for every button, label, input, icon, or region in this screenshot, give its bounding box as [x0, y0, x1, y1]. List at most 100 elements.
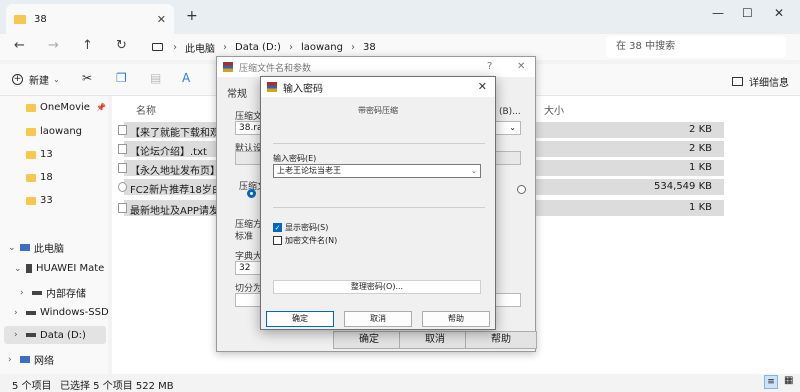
sidebar-item-huawei[interactable]: ⌄ HUAWEI Mate [14, 263, 104, 274]
tab-general[interactable]: 常规 [227, 85, 247, 100]
password-input[interactable]: 上老王论坛当老王 ⌄ [273, 164, 481, 178]
chevron-down-icon[interactable]: ⌄ [14, 264, 26, 274]
folder-icon [26, 150, 36, 159]
password-help-button[interactable]: 帮助 [422, 311, 490, 327]
chevron-right-icon: › [288, 41, 293, 53]
format-radio[interactable] [247, 189, 256, 198]
pin-icon: 📌 [95, 103, 106, 112]
file-icon [118, 125, 127, 135]
tab-bar: 38 ✕ + — ☐ ✕ [0, 0, 800, 34]
password-cancel-button[interactable]: 取消 [344, 311, 412, 327]
show-password-checkbox[interactable]: ✓ 显示密码(S) [273, 222, 328, 233]
paste-icon[interactable]: ▤ [150, 71, 161, 85]
phone-icon [26, 264, 32, 273]
archive-help-button[interactable]: 帮助 [465, 331, 537, 349]
up-button[interactable]: ↑ [82, 38, 93, 53]
password-ok-button[interactable]: 确定 [266, 311, 334, 327]
chevron-down-icon[interactable]: ⌄ [471, 165, 477, 177]
folder-icon [26, 196, 36, 205]
refresh-button[interactable]: ↻ [116, 38, 127, 53]
chevron-right-icon[interactable]: › [14, 308, 26, 318]
organize-passwords-button[interactable]: 整理密码(O)... [273, 280, 481, 294]
sidebar-item-windows-ssd[interactable]: › Windows-SSD [14, 307, 109, 318]
dialog-subtitle: 带密码压缩 [358, 106, 398, 115]
method-value[interactable]: 标准 [235, 229, 253, 242]
breadcrumb-data-drive[interactable]: Data (D:) [235, 42, 281, 53]
password-dialog-title: 输入密码 [283, 83, 323, 95]
chevron-right-icon: › [223, 41, 227, 53]
dict-value: 32 [239, 263, 251, 273]
sidebar-item-network[interactable]: › 网络 [8, 352, 54, 368]
navigation-pane: OneMovie 📌 laowang 13 18 33 ⌄ 此电脑 ⌄ HUAW… [0, 96, 109, 374]
winrar-icon [267, 82, 277, 92]
breadcrumb-laowang[interactable]: laowang [301, 42, 343, 53]
list-view-icon[interactable]: ≡ [764, 375, 778, 389]
close-icon[interactable]: ✕ [517, 61, 525, 72]
new-button[interactable]: + 新建 ⌄ [12, 72, 60, 87]
sidebar-item-label: 13 [40, 149, 53, 160]
sidebar-item-13[interactable]: 13 [26, 149, 53, 160]
tab-close-icon[interactable]: ✕ [157, 13, 166, 26]
sidebar-item-label: HUAWEI Mate [36, 263, 105, 274]
file-name: 【来了就能下载和观 [130, 128, 220, 139]
column-header-size[interactable]: 大小 [544, 102, 564, 117]
details-label: 详细信息 [749, 78, 789, 89]
drive-icon [26, 310, 36, 315]
dict-select[interactable]: 32 [235, 261, 261, 275]
password-label: 输入密码(E) [273, 154, 317, 163]
column-header-name[interactable]: 名称 [136, 102, 156, 117]
file-icon [118, 203, 127, 213]
checkbox-unchecked-icon [273, 236, 282, 245]
password-dialog: 输入密码 ✕ 带密码压缩 输入密码(E) 上老王论坛当老王 ⌄ ✓ 显示密码(S… [260, 76, 496, 330]
chevron-down-icon[interactable]: ⌄ [8, 243, 20, 253]
forward-button[interactable]: → [48, 38, 59, 53]
chevron-right-icon[interactable]: › [20, 288, 32, 298]
search-input[interactable]: 在 38 中搜索 [606, 36, 786, 58]
sidebar-item-onemovie[interactable]: OneMovie 📌 [26, 102, 106, 113]
sidebar-item-18[interactable]: 18 [26, 172, 53, 183]
sidebar-item-laowang[interactable]: laowang [26, 126, 82, 137]
drive-icon [32, 290, 42, 295]
tiles-view-icon[interactable]: ▦ [784, 375, 793, 386]
folder-icon [26, 127, 36, 136]
back-button[interactable]: ← [14, 38, 25, 53]
cut-icon[interactable]: ✂ [82, 71, 92, 85]
sidebar-item-internal-storage[interactable]: › 内部存储 [20, 285, 86, 301]
sidebar-item-33[interactable]: 33 [26, 195, 53, 206]
breadcrumb-38[interactable]: 38 [363, 42, 376, 53]
minimize-button[interactable]: — [712, 6, 724, 20]
new-tab-button[interactable]: + [186, 8, 198, 24]
file-name: 【论坛介绍】.txt [130, 147, 207, 158]
sidebar-item-label: laowang [40, 126, 83, 137]
encrypt-names-checkbox[interactable]: 加密文件名(N) [273, 235, 337, 246]
sidebar-item-label: Windows-SSD [40, 307, 109, 318]
archive-cancel-button[interactable]: 取消 [399, 331, 471, 349]
rename-icon[interactable]: A [182, 71, 190, 85]
breadcrumb-this-pc[interactable]: 此电脑 [185, 40, 215, 55]
file-size: 2 KB [689, 124, 712, 135]
sidebar-item-data-drive[interactable]: › Data (D:) [4, 326, 106, 344]
option-radio[interactable] [517, 185, 526, 194]
file-size: 1 KB [689, 202, 712, 213]
sidebar-item-label: 33 [40, 195, 53, 206]
details-button[interactable]: 详细信息 [732, 74, 789, 89]
window-close-button[interactable]: ✕ [774, 6, 784, 20]
chevron-right-icon[interactable]: › [14, 330, 26, 340]
password-dialog-titlebar: 输入密码 [261, 77, 495, 97]
chevron-right-icon[interactable]: › [8, 355, 20, 365]
sidebar-item-this-pc[interactable]: ⌄ 此电脑 [8, 240, 64, 256]
checkbox-checked-icon: ✓ [273, 223, 282, 232]
help-icon[interactable]: ? [487, 61, 492, 72]
plus-icon: + [12, 74, 23, 85]
file-icon [118, 163, 127, 173]
close-icon[interactable]: ✕ [478, 80, 487, 93]
copy-icon[interactable]: ❐ [116, 71, 127, 85]
maximize-button[interactable]: ☐ [742, 6, 753, 20]
tab-38[interactable]: 38 ✕ [6, 4, 174, 34]
sidebar-item-label: OneMovie [40, 102, 90, 113]
sidebar-item-label: 网络 [34, 356, 54, 367]
address-bar[interactable]: › 此电脑 › Data (D:) › laowang › 38 [146, 36, 594, 58]
computer-icon [20, 244, 30, 251]
archive-ok-button[interactable]: 确定 [333, 331, 405, 349]
browse-button[interactable]: (B)... [499, 107, 521, 117]
